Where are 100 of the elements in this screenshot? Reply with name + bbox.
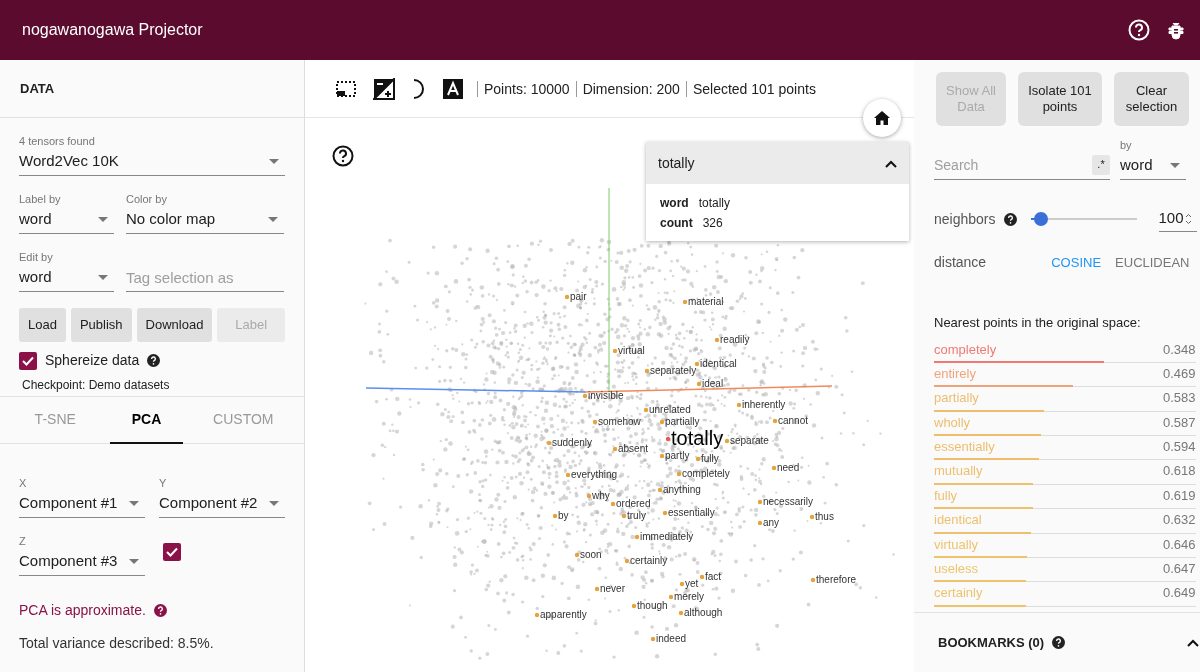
section-title: DATA: [20, 79, 55, 98]
distance-value: 0.649: [1162, 584, 1196, 603]
action-button[interactable]: Load: [19, 308, 66, 342]
spinner-icon[interactable]: [1184, 212, 1192, 225]
stat-text: Dimension: 200: [575, 80, 686, 97]
label-icon[interactable]: [443, 78, 463, 99]
contrast-icon[interactable]: [373, 77, 395, 100]
point-label[interactable]: separately: [650, 365, 697, 377]
point-label[interactable]: truly: [627, 510, 646, 522]
caret-icon[interactable]: [1186, 638, 1199, 647]
caret-icon: [269, 501, 279, 506]
point-label[interactable]: any: [763, 517, 780, 529]
help-icon[interactable]: [153, 604, 167, 617]
checkbox[interactable]: [19, 351, 37, 370]
point-label[interactable]: merely: [674, 591, 704, 603]
point-label[interactable]: yet: [685, 578, 699, 590]
field-value: 326: [702, 215, 723, 232]
dropdown[interactable]: word: [19, 264, 114, 292]
point-label[interactable]: need: [777, 462, 800, 474]
app-title: nogawanogawa Projector: [22, 20, 203, 40]
point-label[interactable]: never: [600, 583, 625, 595]
point-label[interactable]: anything: [663, 484, 701, 496]
slider-thumb[interactable]: [1034, 212, 1049, 226]
point-label[interactable]: ordered: [616, 498, 651, 510]
point-label[interactable]: completely: [682, 468, 730, 480]
home-icon: [874, 111, 890, 125]
text-field[interactable]: Tag selection as: [126, 264, 284, 292]
point-label[interactable]: cannot: [778, 415, 809, 427]
point-label[interactable]: essentially: [668, 507, 715, 519]
point-label[interactable]: fact: [705, 571, 722, 583]
point-label[interactable]: unrelated: [649, 404, 691, 416]
number-field[interactable]: 100: [1158, 206, 1197, 232]
point-label[interactable]: totally: [671, 426, 724, 450]
point-label[interactable]: partly: [665, 450, 690, 462]
moon-icon[interactable]: [411, 78, 427, 99]
caret-icon: [98, 217, 108, 222]
help-icon[interactable]: [1052, 636, 1066, 649]
field-label: Y: [159, 476, 168, 490]
help-icon[interactable]: [332, 145, 354, 167]
point-label[interactable]: certainly: [630, 555, 668, 567]
field-label: Z: [19, 534, 27, 548]
point-label[interactable]: material: [688, 296, 724, 308]
point-label[interactable]: necessarily: [763, 496, 814, 508]
point-label[interactable]: by: [558, 510, 569, 522]
field-label: distance: [934, 253, 987, 272]
point-label[interactable]: why: [592, 490, 610, 502]
search-field[interactable]: Search .*: [934, 150, 1110, 180]
point-label[interactable]: inherently: [742, 399, 786, 411]
help-icon[interactable]: [147, 354, 161, 367]
field-key: word: [660, 193, 689, 213]
point-label[interactable]: invisible: [588, 390, 624, 402]
point-label[interactable]: thus: [815, 511, 834, 523]
point-label[interactable]: absent: [618, 443, 649, 455]
distance-value: 0.647: [1162, 560, 1196, 578]
dropdown[interactable]: word: [19, 206, 114, 234]
point-label[interactable]: readily: [720, 334, 750, 346]
field-label: X: [19, 476, 28, 490]
dropdown[interactable]: Component #2: [159, 490, 285, 518]
help-icon[interactable]: [1003, 212, 1017, 226]
regex-toggle[interactable]: .*: [1092, 154, 1110, 175]
home-button[interactable]: [863, 99, 901, 137]
distance-value: 0.646: [1162, 535, 1196, 554]
point-label[interactable]: suddenly: [552, 437, 593, 449]
stat-text: Selected 101 points: [685, 80, 822, 97]
point-label[interactable]: partially: [665, 416, 700, 428]
dropdown[interactable]: Component #1: [19, 490, 145, 518]
distance-option[interactable]: EUCLIDEAN: [1108, 252, 1197, 273]
point-label[interactable]: identical: [700, 358, 737, 370]
dropdown[interactable]: Component #3: [19, 548, 145, 576]
action-button[interactable]: Download: [136, 308, 213, 342]
point-label[interactable]: fully: [701, 453, 719, 465]
caret-icon[interactable]: [885, 159, 897, 168]
dropdown[interactable]: Word2Vec 10K: [19, 148, 285, 176]
point-label[interactable]: virtual: [618, 345, 645, 357]
action-button[interactable]: Clear selection: [1114, 72, 1189, 126]
section-title: BOOKMARKS (0): [938, 633, 1045, 652]
field-label: Edit by: [19, 250, 54, 264]
point-label[interactable]: everything: [571, 469, 618, 481]
caret-icon: [129, 559, 139, 564]
point-label[interactable]: although: [684, 607, 723, 619]
point-label[interactable]: separate: [730, 435, 769, 447]
point-label[interactable]: indeed: [656, 633, 687, 645]
point-label[interactable]: apparently: [540, 609, 587, 621]
point-label[interactable]: soon: [580, 549, 602, 561]
bug-icon[interactable]: [1166, 20, 1186, 40]
point-label[interactable]: ideal: [702, 378, 724, 390]
dropdown[interactable]: No color map: [126, 206, 284, 234]
point-label[interactable]: somehow: [598, 416, 641, 428]
checkbox[interactable]: [163, 543, 181, 561]
point-label[interactable]: immediately: [640, 531, 694, 543]
projection-tab[interactable]: PCA: [110, 397, 183, 444]
dropdown[interactable]: word: [1120, 152, 1186, 180]
point-label[interactable]: though: [637, 600, 668, 612]
field-label: Label by: [19, 192, 62, 206]
stat-text: Points: 10000: [477, 80, 576, 97]
action-button[interactable]: Publish: [70, 308, 132, 342]
point-label[interactable]: pair: [570, 291, 587, 303]
point-label[interactable]: therefore: [816, 574, 857, 586]
field-label: 4 tensors found: [19, 134, 96, 148]
action-button[interactable]: Isolate 101 points: [1018, 72, 1102, 126]
